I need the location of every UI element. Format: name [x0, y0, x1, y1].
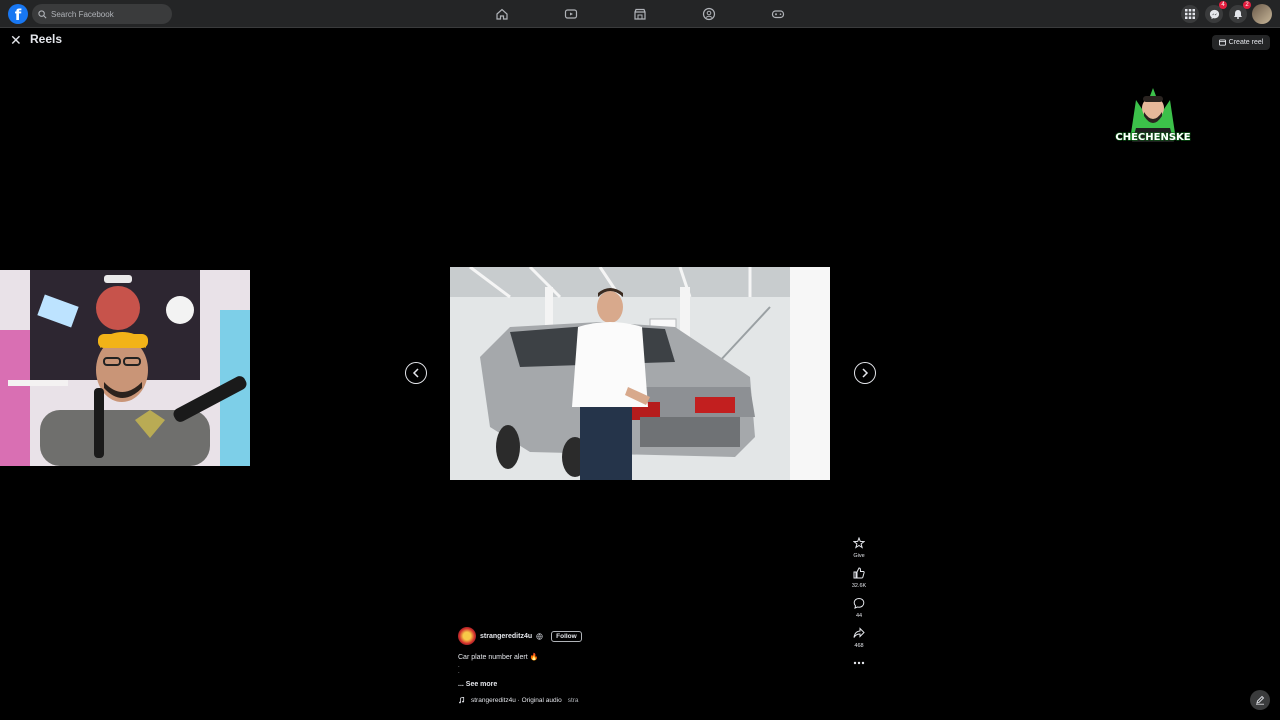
streamer-logo: CHECHENSKE: [1115, 88, 1191, 144]
share-action[interactable]: 468: [846, 625, 872, 649]
chevron-right-icon: [862, 368, 869, 378]
messenger-badge: 4: [1219, 1, 1227, 9]
reel-actions: Give 32.6K 44 468: [846, 535, 872, 677]
previous-reel-button[interactable]: [405, 362, 427, 384]
webcam-overlay: [0, 270, 250, 466]
comment-icon: [853, 597, 865, 609]
top-navigation-bar: f Search Facebook 4 2: [0, 0, 1280, 28]
groups-icon[interactable]: [702, 7, 716, 21]
edit-icon: [1256, 695, 1265, 705]
reel-audio[interactable]: strangereditz4u · Original audio stra: [458, 697, 579, 704]
follow-button[interactable]: Follow: [551, 630, 582, 642]
new-message-button[interactable]: [1250, 690, 1270, 710]
author-avatar[interactable]: [458, 627, 476, 645]
create-reel-button[interactable]: Create reel: [1212, 35, 1270, 50]
author-name[interactable]: strangereditz4u: [480, 633, 532, 640]
more-action[interactable]: [846, 655, 872, 671]
facebook-logo[interactable]: f: [8, 4, 28, 24]
notifications-button[interactable]: 2: [1229, 1, 1251, 23]
caption-dots: . .: [458, 663, 460, 675]
see-more-link[interactable]: ... See more: [458, 681, 497, 688]
page-title: Reels: [30, 32, 63, 46]
audio-label: strangereditz4u · Original audio: [471, 697, 562, 704]
more-icon: [853, 661, 865, 665]
close-icon[interactable]: ✕: [10, 32, 22, 49]
video-icon[interactable]: [564, 7, 578, 21]
notifications-badge: 2: [1243, 1, 1251, 9]
marketplace-icon[interactable]: [633, 7, 647, 21]
create-reel-label: Create reel: [1228, 39, 1264, 46]
webcam-scene: [0, 270, 250, 466]
next-reel-button[interactable]: [854, 362, 876, 384]
globe-icon: [536, 632, 543, 640]
reel-video-frame: [450, 267, 830, 480]
search-placeholder: Search Facebook: [51, 9, 114, 19]
reel-author: strangereditz4u Follow: [458, 627, 582, 645]
menu-grid-button[interactable]: [1181, 5, 1199, 23]
gift-icon: [853, 537, 865, 549]
comment-count: 44: [855, 613, 863, 619]
comment-action[interactable]: 44: [846, 595, 872, 619]
music-icon: [459, 697, 465, 704]
create-reel-icon: [1218, 39, 1226, 46]
share-count: 468: [854, 643, 864, 649]
watermark-text: CHECHENSKE: [1115, 132, 1190, 143]
menu-grid-icon: [1185, 9, 1195, 19]
like-icon: [853, 567, 865, 579]
reel-video[interactable]: [450, 267, 830, 480]
share-icon: [853, 627, 865, 638]
home-icon[interactable]: [495, 7, 509, 21]
messenger-icon: [1209, 9, 1219, 19]
account-avatar[interactable]: [1252, 4, 1272, 24]
give-label: Give: [853, 553, 865, 559]
chevron-left-icon: [412, 368, 419, 378]
messenger-button[interactable]: 4: [1205, 1, 1227, 23]
like-count: 32.6K: [851, 583, 867, 589]
give-action[interactable]: Give: [846, 535, 872, 559]
gaming-icon[interactable]: [771, 7, 785, 21]
audio-trailing: stra: [567, 697, 579, 704]
search-icon: [38, 9, 47, 18]
notifications-icon: [1234, 10, 1242, 19]
search-box[interactable]: Search Facebook: [32, 4, 172, 24]
reel-caption: Car plate number alert 🔥: [458, 654, 539, 661]
like-action[interactable]: 32.6K: [846, 565, 872, 589]
